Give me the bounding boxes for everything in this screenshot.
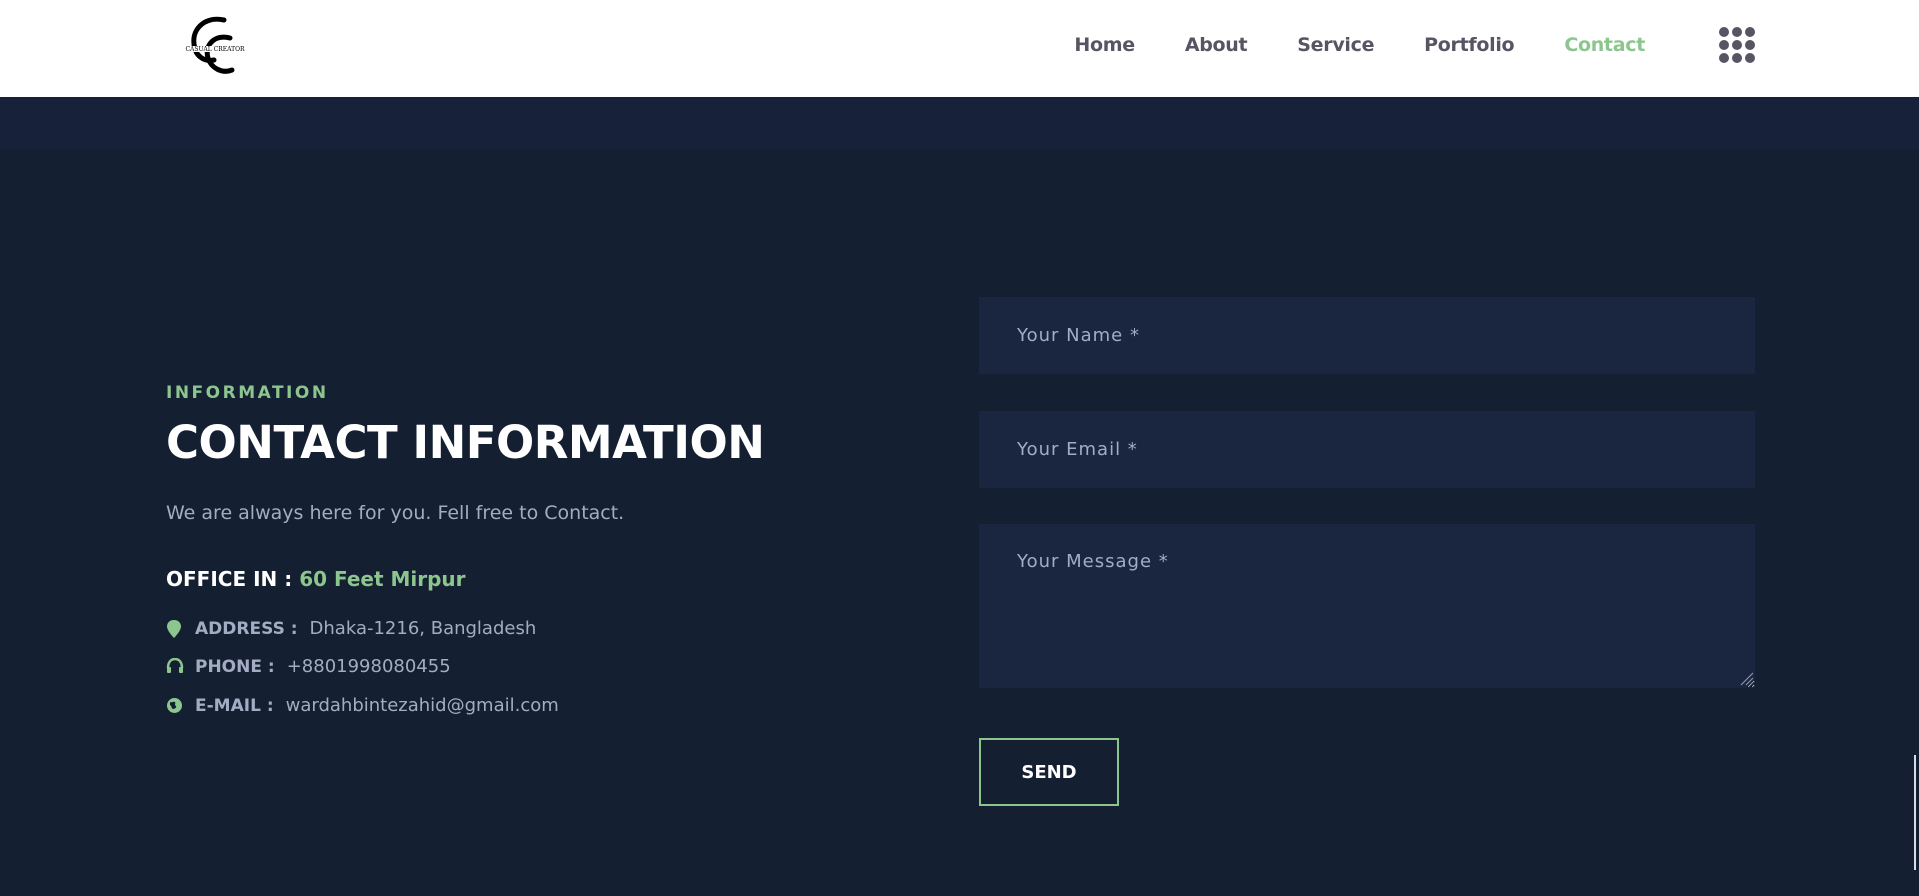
address-value: Dhaka-1216, Bangladesh [309, 618, 537, 639]
svg-text:CASUAL CREATOR: CASUAL CREATOR [185, 46, 245, 53]
nav-home[interactable]: Home [1074, 34, 1135, 56]
map-pin-icon [166, 619, 184, 638]
site-header: CASUAL CREATOR Home About Service Portfo… [0, 0, 1919, 97]
name-field[interactable] [979, 297, 1755, 374]
section-description: We are always here for you. Fell free to… [166, 502, 625, 524]
email-row: E-MAIL : wardahbintezahid@gmail.com [166, 695, 559, 716]
email-field[interactable] [979, 411, 1755, 488]
message-field[interactable] [979, 524, 1755, 688]
office-label: OFFICE IN : [166, 567, 293, 591]
email-value: wardahbintezahid@gmail.com [285, 695, 559, 716]
nav-portfolio[interactable]: Portfolio [1424, 34, 1514, 56]
phone-row: PHONE : +8801998080455 [166, 656, 451, 677]
office-location: 60 Feet Mirpur [299, 567, 466, 591]
resize-grip-icon[interactable] [1738, 670, 1754, 686]
address-label: ADDRESS : [195, 618, 298, 639]
globe-icon [166, 697, 184, 715]
send-button[interactable]: SEND [979, 738, 1119, 806]
headphones-icon [166, 657, 184, 676]
main-nav: Home About Service Portfolio Contact [1024, 30, 1645, 60]
address-row: ADDRESS : Dhaka-1216, Bangladesh [166, 618, 536, 639]
page-title: CONTACT INFORMATION [166, 416, 765, 469]
casual-creator-logo[interactable]: CASUAL CREATOR [184, 14, 246, 78]
nav-about[interactable]: About [1185, 34, 1248, 56]
header-shadow-band [0, 97, 1919, 149]
scroll-indicator[interactable] [1914, 755, 1916, 870]
section-eyebrow: INFORMATION [166, 383, 329, 403]
phone-label: PHONE : [195, 656, 275, 677]
email-label: E-MAIL : [195, 695, 274, 716]
nav-contact[interactable]: Contact [1564, 34, 1645, 56]
phone-value: +8801998080455 [286, 656, 451, 677]
office-line: OFFICE IN : 60 Feet Mirpur [166, 567, 466, 591]
grid-menu-icon[interactable] [1719, 27, 1755, 63]
nav-service[interactable]: Service [1297, 34, 1374, 56]
